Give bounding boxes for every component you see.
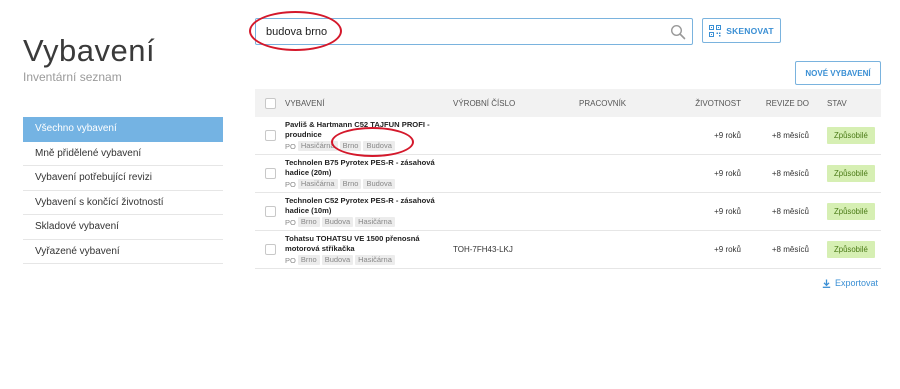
tag: Brno <box>297 255 320 265</box>
table-row[interactable]: Pavliš & Hartmann C52 TAJFUN PROFI - prou… <box>255 117 881 155</box>
tag: Budova <box>363 179 395 189</box>
export-link[interactable]: Exportovat <box>822 278 878 288</box>
tag: Budova <box>321 217 354 227</box>
qr-code-icon <box>709 24 722 37</box>
row-checkbox[interactable] <box>264 244 276 255</box>
tag-prefix: PO <box>285 179 296 189</box>
tag: Brno <box>339 179 362 189</box>
item-title[interactable]: Technolen B75 Pyrotex PES-R - zásahová ha… <box>285 158 453 177</box>
sidebar-item-needs-revision[interactable]: Vybavení potřebující revizi <box>23 166 223 191</box>
column-header-status[interactable]: STAV <box>811 99 881 108</box>
row-checkbox[interactable] <box>264 130 276 141</box>
revision-cell: +8 měsíců <box>771 245 809 254</box>
tag: Hasičárna <box>297 179 338 189</box>
row-checkbox[interactable] <box>264 206 276 217</box>
item-tags: PO Hasičárna Brno Budova <box>285 141 453 151</box>
item-tags: PO Brno Budova Hasičárna <box>285 255 453 265</box>
select-all-checkbox[interactable] <box>264 97 276 109</box>
scan-button-label: SKENOVAT <box>726 25 774 36</box>
column-header-worker[interactable]: PRACOVNÍK <box>579 99 677 108</box>
tag: Brno <box>339 141 362 151</box>
column-header-life[interactable]: ŽIVOTNOST <box>677 99 741 108</box>
table-header: VYBAVENÍ VÝROBNÍ ČÍSLO PRACOVNÍK ŽIVOTNO… <box>255 89 881 117</box>
sidebar-item-stock[interactable]: Skladové vybavení <box>23 215 223 240</box>
scan-button[interactable]: SKENOVAT <box>702 18 781 43</box>
row-checkbox[interactable] <box>264 168 276 179</box>
item-tags: PO Hasičárna Brno Budova <box>285 179 453 189</box>
tag: Budova <box>363 141 395 151</box>
download-icon <box>822 279 831 288</box>
sidebar-item-ending-life[interactable]: Vybavení s končící životností <box>23 191 223 215</box>
sidebar-item-all-equipment[interactable]: Všechno vybavení <box>23 117 223 142</box>
life-cell: +9 roků <box>714 131 741 140</box>
table-row[interactable]: Technolen B75 Pyrotex PES-R - zásahová ha… <box>255 155 881 193</box>
equipment-table: VYBAVENÍ VÝROBNÍ ČÍSLO PRACOVNÍK ŽIVOTNO… <box>255 89 881 269</box>
search-input[interactable] <box>256 19 666 44</box>
table-row[interactable]: Technolen C52 Pyrotex PES-R - zásahová ha… <box>255 193 881 231</box>
life-cell: +9 roků <box>714 207 741 216</box>
column-header-equipment[interactable]: VYBAVENÍ <box>285 99 453 108</box>
item-tags: PO Brno Budova Hasičárna <box>285 217 453 227</box>
search-box <box>255 18 693 45</box>
page-subtitle: Inventární seznam <box>23 70 122 84</box>
sidebar: Všechno vybavení Mně přidělené vybavení … <box>23 117 223 264</box>
status-badge[interactable]: Způsobilé <box>827 165 875 182</box>
search-icon[interactable] <box>670 24 686 40</box>
tag-prefix: PO <box>285 217 296 227</box>
export-label: Exportovat <box>835 278 879 288</box>
tag: Budova <box>321 255 354 265</box>
new-equipment-button[interactable]: NOVÉ VYBAVENÍ <box>795 61 881 85</box>
serial-cell: TOH-7FH43-LKJ <box>453 245 513 254</box>
revision-cell: +8 měsíců <box>771 131 809 140</box>
status-badge[interactable]: Způsobilé <box>827 241 875 258</box>
revision-cell: +8 měsíců <box>771 207 809 216</box>
sidebar-item-assigned-to-me[interactable]: Mně přidělené vybavení <box>23 142 223 166</box>
tag: Hasičárna <box>355 217 395 227</box>
life-cell: +9 roků <box>714 245 741 254</box>
tag: Hasičárna <box>297 141 338 151</box>
sidebar-item-discarded[interactable]: Vyřazené vybavení <box>23 240 223 264</box>
tag: Hasičárna <box>355 255 395 265</box>
tag-prefix: PO <box>285 141 296 151</box>
life-cell: +9 roků <box>714 169 741 178</box>
item-title[interactable]: Technolen C52 Pyrotex PES-R - zásahová ha… <box>285 196 453 215</box>
tag-prefix: PO <box>285 255 296 265</box>
table-row[interactable]: Tohatsu TOHATSU VE 1500 přenosná motorová… <box>255 231 881 269</box>
item-title[interactable]: Pavliš & Hartmann C52 TAJFUN PROFI - prou… <box>285 120 453 139</box>
item-title[interactable]: Tohatsu TOHATSU VE 1500 přenosná motorová… <box>285 234 453 253</box>
status-badge[interactable]: Způsobilé <box>827 127 875 144</box>
column-header-serial[interactable]: VÝROBNÍ ČÍSLO <box>453 99 579 108</box>
page-title: Vybavení <box>23 33 156 68</box>
status-badge[interactable]: Způsobilé <box>827 203 875 220</box>
tag: Brno <box>297 217 320 227</box>
revision-cell: +8 měsíců <box>771 169 809 178</box>
column-header-revision[interactable]: REVIZE DO <box>741 99 811 108</box>
